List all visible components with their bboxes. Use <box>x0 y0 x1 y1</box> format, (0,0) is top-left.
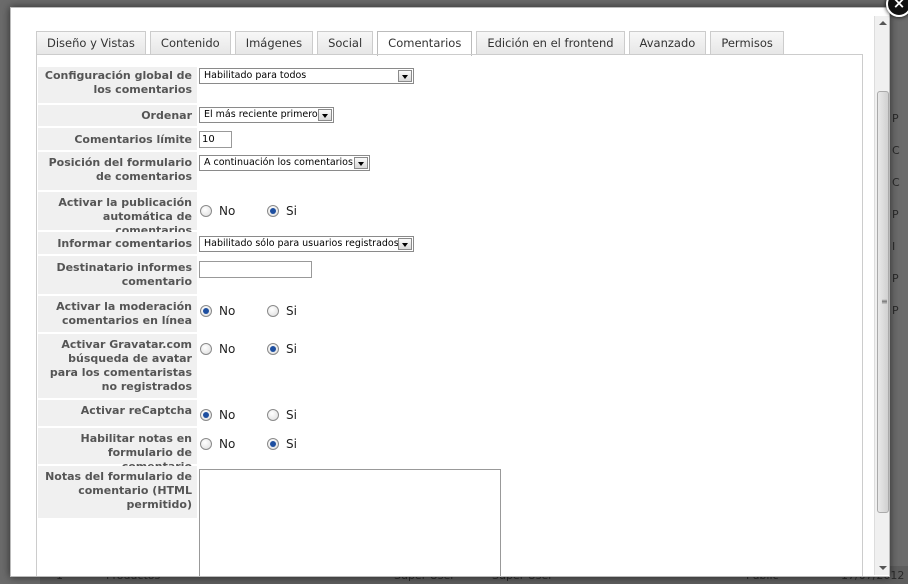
limit-input[interactable]: 10 <box>199 131 232 148</box>
field-label: Comentarios límite <box>38 128 197 150</box>
scroll-up-icon[interactable] <box>879 21 887 25</box>
scroll-down-icon[interactable] <box>879 566 887 570</box>
tab-social[interactable]: Social <box>317 31 374 55</box>
inline-moderation-yes-radio[interactable] <box>267 305 279 317</box>
tab-layout[interactable]: Diseño y Vistas <box>36 31 146 55</box>
chevron-down-icon <box>398 70 412 82</box>
field-label: Destinatario informes comentario <box>38 256 197 294</box>
radio-label-no: No <box>219 342 236 356</box>
background-side-letter: P <box>892 272 899 285</box>
field-inline-moderation: Activar la moderación comentarios en lín… <box>38 296 858 332</box>
radio-label-no: No <box>219 204 236 218</box>
tab-bar: Diseño y Vistas Contenido Imágenes Socia… <box>36 31 788 56</box>
recaptcha-yes-radio[interactable] <box>267 409 279 421</box>
radio-label-yes: Si <box>286 304 297 318</box>
field-label: Informar comentarios <box>38 232 197 254</box>
tab-comments[interactable]: Comentarios <box>377 31 473 56</box>
field-form-notes: Notas del formulario de comentario (HTML… <box>38 466 858 576</box>
background-side-letter: C <box>892 176 900 189</box>
field-label: Activar Gravatar.com búsqueda de avatar … <box>38 334 197 398</box>
select-value: Habilitado para todos <box>204 70 307 81</box>
radio-label-yes: Si <box>286 204 297 218</box>
field-label: Activar reCaptcha <box>38 400 197 426</box>
field-report-recipient: Destinatario informes comentario <box>38 256 858 294</box>
tab-content[interactable]: Contenido <box>149 31 231 55</box>
background-side-letter: P <box>892 304 899 317</box>
options-modal: Diseño y Vistas Contenido Imágenes Socia… <box>10 7 890 577</box>
select-value: El más reciente primero <box>204 109 318 120</box>
field-limit: Comentarios límite 10 <box>38 128 858 150</box>
radio-label-no: No <box>219 304 236 318</box>
field-label: Configuración global de los comentarios <box>38 67 197 103</box>
tab-permissions[interactable]: Permisos <box>710 31 784 55</box>
scrollbar-thumb[interactable]: ≡ <box>877 91 889 513</box>
tab-images[interactable]: Imágenes <box>234 31 314 55</box>
radio-label-yes: Si <box>286 408 297 422</box>
grip-icon: ≡ <box>881 297 888 306</box>
chevron-down-icon <box>318 109 332 121</box>
chevron-down-icon <box>354 157 368 169</box>
form-notes-enabled-no-radio[interactable] <box>200 438 212 450</box>
field-form-position: Posición del formulario de comentarios A… <box>38 152 858 190</box>
field-label: Activar la publicación automática de com… <box>38 192 197 237</box>
field-report: Informar comentarios Habilitado sólo par… <box>38 232 858 254</box>
background-side-letter: P <box>892 208 899 221</box>
field-order: Ordenar El más reciente primero <box>38 105 858 126</box>
select-value: Habilitado sólo para usuarios registrado… <box>204 238 399 249</box>
radio-label-no: No <box>219 437 236 451</box>
form-notes-textarea[interactable] <box>199 469 501 576</box>
field-form-notes-enabled: Habilitar notas en formulario de comenta… <box>38 428 858 473</box>
form-notes-enabled-yes-radio[interactable] <box>267 438 279 450</box>
background-side-letter: P <box>892 112 899 125</box>
form-position-select[interactable]: A continuación los comentarios <box>199 155 370 171</box>
field-gravatar: Activar Gravatar.com búsqueda de avatar … <box>38 334 858 398</box>
chevron-down-icon <box>398 238 412 250</box>
comments-panel: Configuración global de los comentarios … <box>36 54 863 576</box>
field-label: Notas del formulario de comentario (HTML… <box>38 466 197 518</box>
gravatar-yes-radio[interactable] <box>267 343 279 355</box>
gravatar-no-radio[interactable] <box>200 343 212 355</box>
recaptcha-no-radio[interactable] <box>200 409 212 421</box>
background-side-letter: I <box>892 240 896 253</box>
report-select[interactable]: Habilitado sólo para usuarios registrado… <box>199 236 414 252</box>
field-recaptcha: Activar reCaptcha No Si <box>38 400 858 426</box>
field-global-config: Configuración global de los comentarios … <box>38 67 858 103</box>
modal-scrollbar[interactable]: ≡ <box>874 16 889 575</box>
radio-label-no: No <box>219 408 236 422</box>
field-label: Ordenar <box>38 105 197 126</box>
field-auto-publish: Activar la publicación automática de com… <box>38 192 858 237</box>
auto-publish-no-radio[interactable] <box>200 205 212 217</box>
field-label: Posición del formulario de comentarios <box>38 152 197 190</box>
inline-moderation-no-radio[interactable] <box>200 305 212 317</box>
order-select[interactable]: El más reciente primero <box>199 107 334 123</box>
global-config-select[interactable]: Habilitado para todos <box>199 68 414 84</box>
background-side-letter: C <box>892 144 900 157</box>
auto-publish-yes-radio[interactable] <box>267 205 279 217</box>
radio-label-yes: Si <box>286 342 297 356</box>
field-label: Activar la moderación comentarios en lín… <box>38 296 197 332</box>
report-recipient-input[interactable] <box>199 261 312 278</box>
select-value: A continuación los comentarios <box>204 157 353 168</box>
tab-advanced[interactable]: Avanzado <box>628 31 707 55</box>
field-label: Habilitar notas en formulario de comenta… <box>38 428 197 473</box>
tab-frontend-editing[interactable]: Edición en el frontend <box>476 31 625 55</box>
radio-label-yes: Si <box>286 437 297 451</box>
